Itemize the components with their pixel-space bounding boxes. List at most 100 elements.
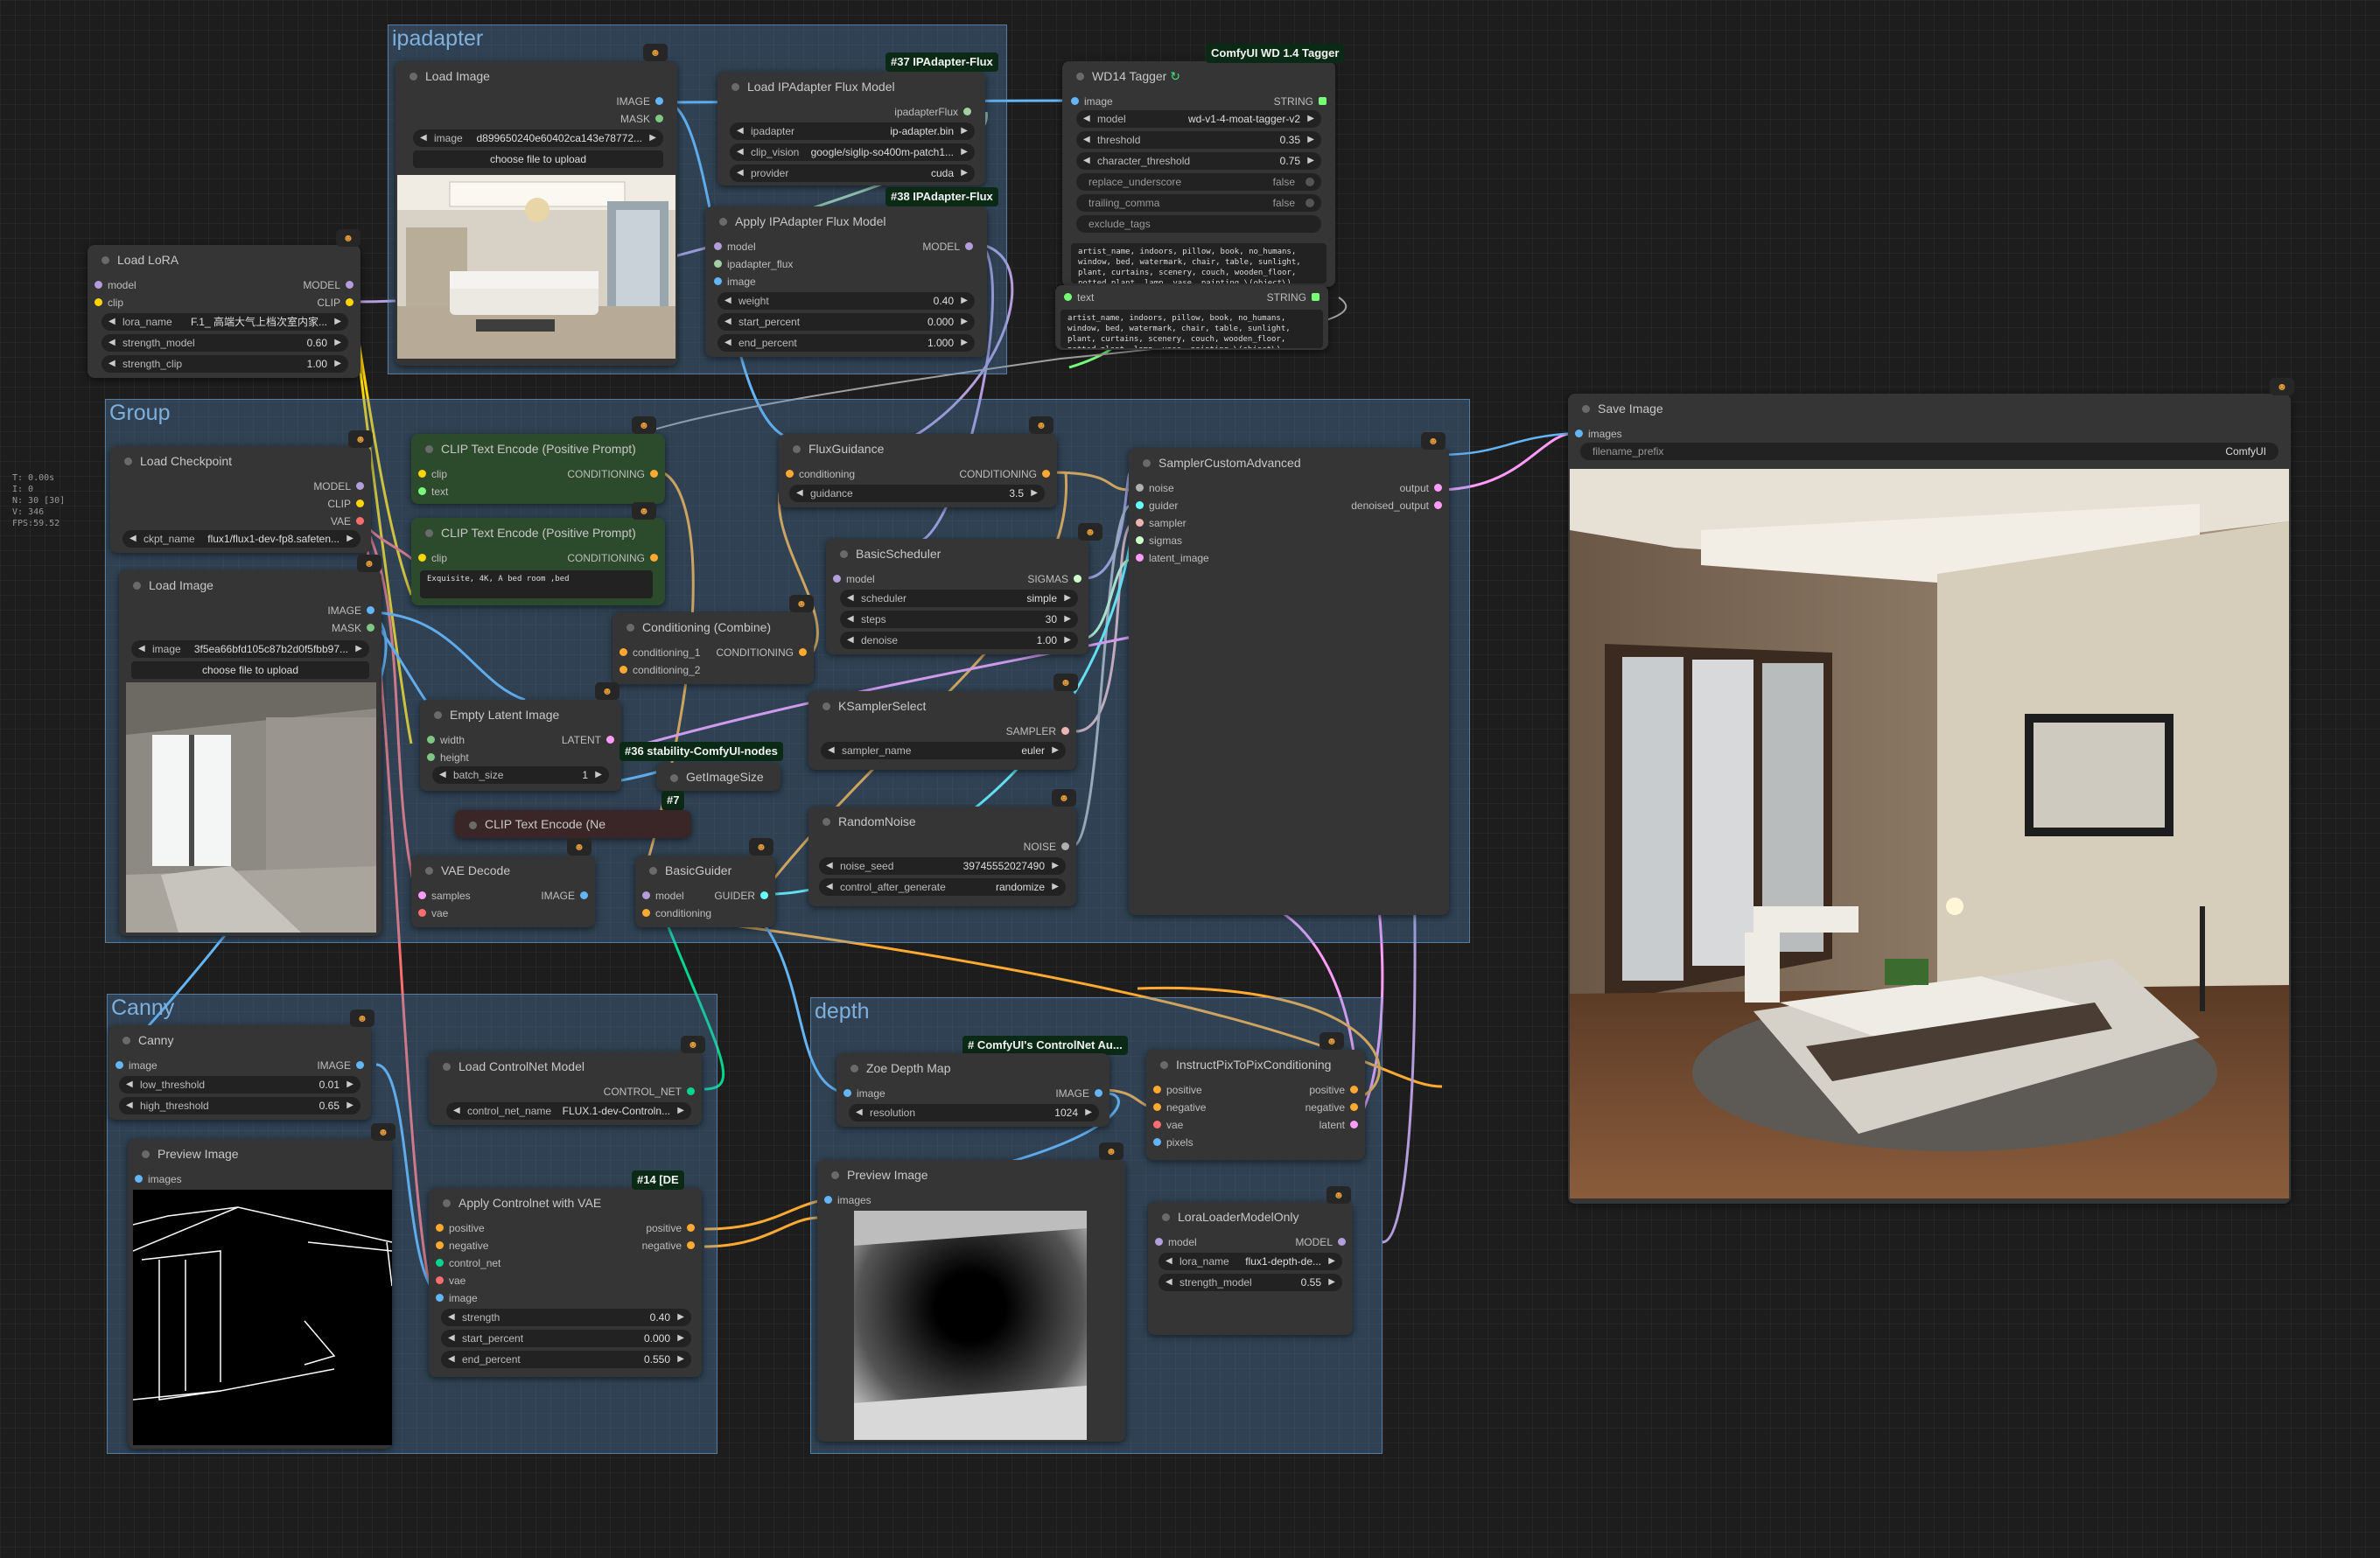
input-port[interactable] [94, 298, 102, 307]
input-port[interactable] [116, 1061, 123, 1070]
node-ksampler-select[interactable]: KSamplerSelect SAMPLER sampler_name euler [808, 691, 1076, 770]
output-port[interactable] [655, 97, 663, 106]
denoise-slider[interactable]: denoise 1.00 [840, 632, 1078, 649]
input-port[interactable] [418, 891, 426, 900]
input-port[interactable] [1136, 501, 1144, 510]
node-show-text[interactable]: text STRING artist_name, indoors, pillow… [1055, 285, 1328, 350]
output-port[interactable] [346, 281, 354, 290]
threshold-slider[interactable]: threshold 0.35 [1076, 131, 1321, 149]
strength-model-slider[interactable]: strength_model 0.60 [102, 334, 348, 352]
guidance-slider[interactable]: guidance 3.5 [789, 485, 1045, 502]
input-port[interactable] [1153, 1138, 1161, 1147]
output-port[interactable] [650, 470, 658, 479]
output-port[interactable] [687, 1241, 695, 1250]
output-port[interactable] [1061, 727, 1069, 736]
output-port[interactable] [606, 736, 614, 744]
node-canny[interactable]: Canny image IMAGE low_threshold 0.01 high… [108, 1025, 371, 1120]
input-port[interactable] [1136, 484, 1144, 493]
replace-underscore-toggle[interactable]: replace_underscore false [1076, 173, 1321, 191]
high-threshold-slider[interactable]: high_threshold 0.65 [119, 1097, 360, 1114]
output-port[interactable] [356, 517, 364, 526]
output-port[interactable] [356, 500, 364, 508]
scheduler-combo[interactable]: scheduler simple [840, 590, 1078, 607]
node-wd14-tagger[interactable]: WD14 Tagger ↻ image STRING model wd-v1-4-… [1062, 61, 1335, 287]
output-port[interactable] [650, 554, 658, 562]
node-apply-ipadapter-flux[interactable]: Apply IPAdapter Flux Model model ipadapt… [705, 206, 987, 357]
input-port[interactable] [427, 736, 435, 744]
node-random-noise[interactable]: RandomNoise NOISE noise_seed 397455520274… [808, 807, 1076, 906]
output-port[interactable] [346, 298, 354, 307]
output-port[interactable] [1350, 1121, 1358, 1129]
output-port[interactable] [687, 1224, 695, 1233]
model-combo[interactable]: model wd-v1-4-moat-tagger-v2 [1076, 110, 1321, 128]
node-load-image-ipadapter[interactable]: Load Image IMAGE MASK image d899650240e60… [396, 61, 677, 366]
lora-name-combo[interactable]: lora_name F.1_ 高端大气上档次室内家... [102, 313, 348, 331]
output-port[interactable] [687, 1087, 695, 1096]
input-port[interactable] [418, 909, 426, 918]
prompt-textarea[interactable]: Exquisite, 4K, A bed room ,bed [420, 570, 653, 598]
input-port[interactable] [418, 470, 426, 479]
input-port[interactable] [844, 1089, 851, 1098]
end-percent-slider[interactable]: end_percent 1.000 [718, 334, 975, 352]
output-port[interactable] [1061, 842, 1069, 851]
output-port[interactable] [799, 648, 807, 657]
strength-model-slider[interactable]: strength_model 0.55 [1158, 1274, 1342, 1291]
output-port[interactable] [1095, 1089, 1102, 1098]
input-port[interactable] [135, 1175, 143, 1184]
node-empty-latent-image[interactable]: Empty Latent Image width height LATENT b… [420, 700, 621, 791]
output-port[interactable] [1434, 484, 1442, 493]
node-save-image[interactable]: Save Image images filename_prefix ComfyUI [1568, 394, 2291, 1204]
output-port[interactable] [1074, 575, 1082, 583]
input-port[interactable] [620, 666, 627, 674]
upload-button[interactable]: choose file to upload [413, 150, 663, 168]
input-port[interactable] [1136, 536, 1144, 545]
output-port[interactable] [1338, 1238, 1346, 1247]
input-port[interactable] [833, 575, 841, 583]
node-lora-loader-model-only[interactable]: LoraLoaderModelOnly model MODEL lora_nam… [1148, 1202, 1353, 1335]
node-preview-image-depth[interactable]: Preview Image images [817, 1160, 1125, 1442]
input-port[interactable] [1136, 554, 1144, 562]
input-port[interactable] [94, 281, 102, 290]
input-port[interactable] [436, 1224, 444, 1233]
node-clip-text-positive-2[interactable]: CLIP Text Encode (Positive Prompt) clip … [411, 518, 665, 605]
node-get-image-size[interactable]: GetImageSize [656, 763, 780, 791]
node-sampler-custom-advanced[interactable]: SamplerCustomAdvanced noise guider sampl… [1129, 448, 1449, 915]
filename-prefix-field[interactable]: filename_prefix ComfyUI [1580, 443, 2278, 460]
low-threshold-slider[interactable]: low_threshold 0.01 [119, 1076, 360, 1093]
output-port[interactable] [580, 891, 588, 900]
output-port[interactable] [356, 482, 364, 491]
sampler-name-combo[interactable]: sampler_name euler [821, 742, 1066, 759]
resolution-slider[interactable]: resolution 1024 [849, 1104, 1099, 1121]
start-percent-slider[interactable]: start_percent 0.000 [718, 313, 975, 331]
node-basic-guider[interactable]: BasicGuider model conditioning GUIDER [635, 856, 775, 927]
provider-combo[interactable]: provider cuda [730, 164, 975, 182]
input-port[interactable] [642, 909, 650, 918]
output-port[interactable] [1312, 293, 1320, 302]
output-port[interactable] [655, 115, 663, 123]
control-after-generate-combo[interactable]: control_after_generate randomize [819, 878, 1066, 896]
start-percent-slider[interactable]: start_percent 0.000 [441, 1330, 691, 1347]
trailing-comma-toggle[interactable]: trailing_comma false [1076, 194, 1321, 212]
output-port[interactable] [760, 891, 768, 900]
input-port[interactable] [427, 753, 435, 762]
strength-clip-slider[interactable]: strength_clip 1.00 [102, 355, 348, 373]
output-port[interactable] [1319, 97, 1326, 106]
input-port[interactable] [1071, 97, 1079, 106]
output-port[interactable] [963, 108, 971, 116]
input-port[interactable] [714, 242, 722, 251]
end-percent-slider[interactable]: end_percent 0.550 [441, 1351, 691, 1368]
output-port[interactable] [965, 242, 973, 251]
input-port[interactable] [642, 891, 650, 900]
node-load-checkpoint[interactable]: Load Checkpoint MODEL CLIP VAE ckpt_name… [110, 446, 371, 553]
input-port[interactable] [436, 1259, 444, 1268]
input-port[interactable] [1136, 519, 1144, 527]
node-zoe-depth-map[interactable]: Zoe Depth Map image IMAGE resolution 1024 [836, 1053, 1110, 1127]
input-port[interactable] [418, 487, 426, 496]
output-port[interactable] [367, 624, 374, 632]
node-load-ipadapter-flux[interactable]: Load IPAdapter Flux Model ipadapterFlux … [718, 72, 985, 185]
ipadapter-combo[interactable]: ipadapter ip-adapter.bin [730, 122, 975, 140]
exclude-tags-field[interactable]: exclude_tags [1076, 215, 1321, 233]
output-port[interactable] [1350, 1103, 1358, 1112]
character-threshold-slider[interactable]: character_threshold 0.75 [1076, 152, 1321, 170]
input-port[interactable] [1575, 430, 1583, 438]
